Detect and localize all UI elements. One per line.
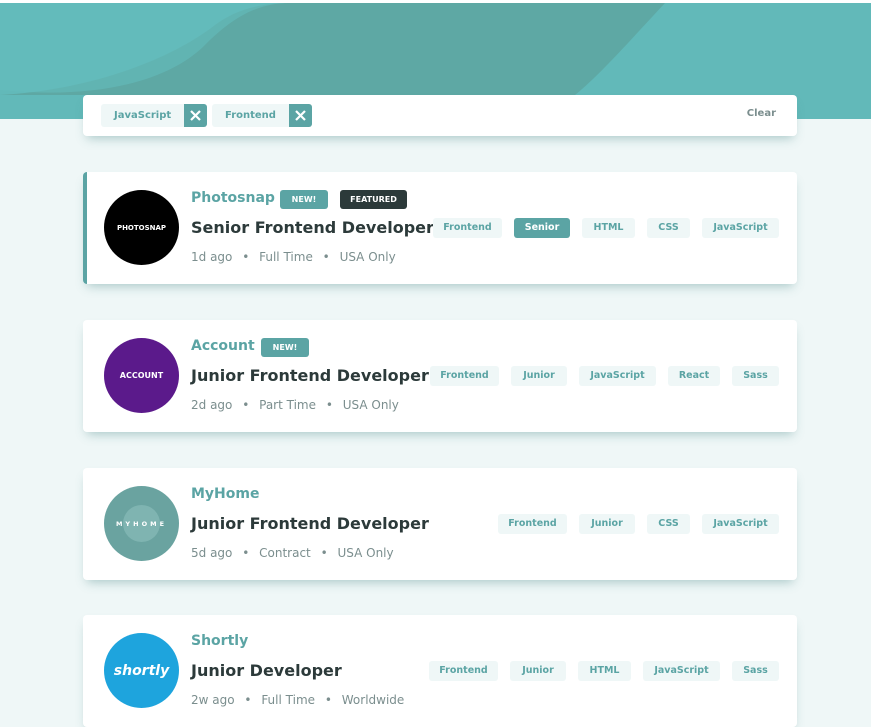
job-meta: 5d ago • Contract • USA Only [191, 546, 394, 560]
separator: • [242, 546, 250, 560]
job-title[interactable]: Junior Frontend Developer [191, 366, 429, 385]
tag-javascript[interactable]: JavaScript [643, 661, 720, 681]
job-location: USA Only [342, 398, 399, 412]
logo-text: PHOTOSNAP [116, 223, 167, 232]
job-location: USA Only [337, 546, 394, 560]
tag-css[interactable]: CSS [647, 218, 690, 238]
tag-frontend[interactable]: Frontend [429, 661, 498, 681]
posted-at: 1d ago [191, 250, 233, 264]
tag-frontend[interactable]: Frontend [498, 514, 567, 534]
clear-button[interactable]: Clear [747, 108, 776, 119]
tag-javascript[interactable]: JavaScript [579, 366, 656, 386]
logo-text: MYHOME [115, 519, 168, 528]
new-badge: NEW! [261, 338, 309, 357]
filter-chip: Frontend [212, 104, 312, 127]
tag-html[interactable]: HTML [578, 661, 631, 681]
tag-react[interactable]: React [668, 366, 720, 386]
job-location: USA Only [339, 250, 396, 264]
tag-frontend[interactable]: Frontend [433, 218, 502, 238]
remove-filter-button[interactable] [184, 104, 208, 127]
logo-text: shortly [113, 662, 170, 679]
tag-frontend[interactable]: Frontend [430, 366, 499, 386]
filter-bar: JavaScript Frontend Clear [83, 95, 797, 136]
posted-at: 2d ago [191, 398, 233, 412]
contract-type: Full Time [259, 250, 313, 264]
company-name: Shortly [191, 633, 249, 649]
separator: • [242, 398, 250, 412]
remove-filter-button[interactable] [288, 104, 312, 127]
tag-junior[interactable]: Junior [511, 366, 567, 386]
job-meta: 2w ago • Full Time • Worldwide [191, 693, 404, 707]
company-name: Account [191, 338, 255, 354]
job-title[interactable]: Junior Frontend Developer [191, 514, 429, 533]
close-icon [190, 110, 201, 121]
featured-badge: FEATURED [340, 190, 407, 209]
company-name: MyHome [191, 486, 260, 502]
contract-type: Part Time [259, 398, 316, 412]
tag-html[interactable]: HTML [582, 218, 635, 238]
posted-at: 5d ago [191, 546, 233, 560]
company-name: Photosnap [191, 190, 275, 206]
logo-text: ACCOUNT [119, 371, 164, 380]
tag-javascript[interactable]: JavaScript [702, 218, 779, 238]
separator: • [324, 693, 332, 707]
job-location: Worldwide [341, 693, 405, 707]
company-logo: PHOTOSNAP [104, 190, 179, 265]
tag-list: Frontend Junior HTML JavaScript Sass [417, 661, 779, 681]
separator: • [242, 250, 250, 264]
tag-junior[interactable]: Junior [510, 661, 566, 681]
new-badge: NEW! [280, 190, 328, 209]
tag-list: Frontend Senior HTML CSS JavaScript [421, 218, 779, 238]
posted-at: 2w ago [191, 693, 235, 707]
filter-chip: JavaScript [101, 104, 208, 127]
tag-javascript[interactable]: JavaScript [702, 514, 779, 534]
company-logo: shortly [104, 633, 179, 708]
tag-sass[interactable]: Sass [732, 366, 779, 386]
tag-list: Frontend Junior JavaScript React Sass [418, 366, 779, 386]
job-meta: 2d ago • Part Time • USA Only [191, 398, 399, 412]
separator: • [322, 250, 330, 264]
filter-chip-label: Frontend [212, 104, 289, 127]
close-icon [295, 110, 306, 121]
job-title[interactable]: Senior Frontend Developer [191, 218, 434, 237]
job-meta: 1d ago • Full Time • USA Only [191, 250, 396, 264]
company-logo: ACCOUNT [104, 338, 179, 413]
company-logo: MYHOME [104, 486, 179, 561]
job-title[interactable]: Junior Developer [191, 661, 342, 680]
separator: • [325, 398, 333, 412]
job-card: ACCOUNT Account NEW! Junior Frontend Dev… [83, 320, 797, 432]
tag-sass[interactable]: Sass [732, 661, 779, 681]
tag-senior[interactable]: Senior [514, 218, 570, 238]
contract-type: Contract [259, 546, 311, 560]
job-card: MYHOME MyHome Junior Frontend Developer … [83, 468, 797, 580]
separator: • [244, 693, 252, 707]
job-card: shortly Shortly Junior Developer 2w ago … [83, 615, 797, 727]
tag-list: Frontend Junior CSS JavaScript [486, 514, 779, 534]
contract-type: Full Time [261, 693, 316, 707]
tag-junior[interactable]: Junior [579, 514, 635, 534]
job-card: PHOTOSNAP Photosnap NEW! FEATURED Senior… [83, 172, 797, 284]
filter-chip-label: JavaScript [101, 104, 185, 127]
tag-css[interactable]: CSS [647, 514, 690, 534]
separator: • [320, 546, 328, 560]
